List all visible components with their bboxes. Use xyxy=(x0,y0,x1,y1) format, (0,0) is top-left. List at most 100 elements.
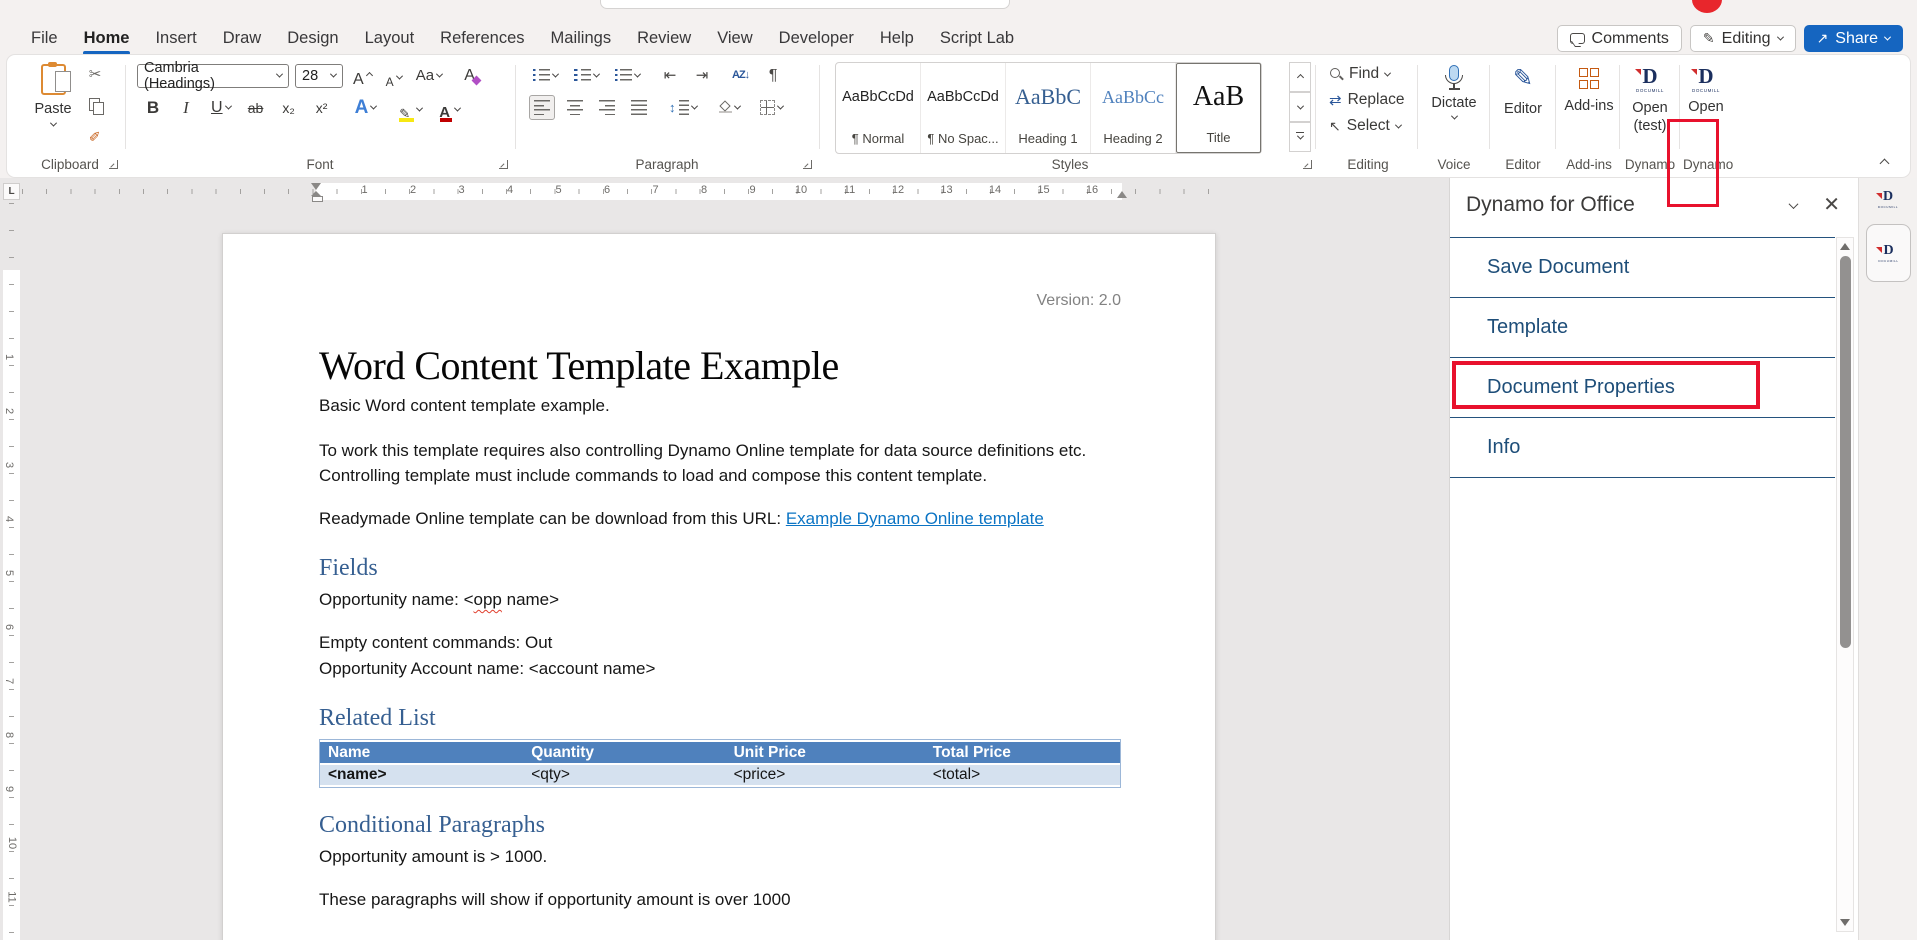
show-paragraph-marks-button[interactable] xyxy=(761,63,785,88)
multilevel-list-button[interactable] xyxy=(611,63,644,88)
tab-design[interactable]: Design xyxy=(274,24,351,53)
tab-script-lab[interactable]: Script Lab xyxy=(927,24,1027,53)
shrink-font-button[interactable] xyxy=(382,63,406,88)
tab-file[interactable]: File xyxy=(18,24,71,53)
panel-item-document-properties[interactable]: Document Properties xyxy=(1450,358,1835,418)
justify-button[interactable] xyxy=(627,95,651,120)
tab-references[interactable]: References xyxy=(427,24,537,53)
panel-item-save-document[interactable]: Save Document xyxy=(1450,238,1835,298)
panel-item-info[interactable]: Info xyxy=(1450,418,1835,478)
editor-button[interactable]: Editor xyxy=(1493,67,1553,117)
select-button[interactable]: Select xyxy=(1319,113,1404,139)
style-card--normal[interactable]: AaBbCcDd¶ Normal xyxy=(836,63,921,153)
style-card-title[interactable]: AaBTitle xyxy=(1176,63,1261,153)
sort-button[interactable] xyxy=(728,63,753,88)
editing-group-label: Editing xyxy=(1319,157,1417,172)
tab-help[interactable]: Help xyxy=(867,24,927,53)
styles-more-button[interactable] xyxy=(1289,122,1311,152)
tab-selector[interactable]: L xyxy=(3,183,20,200)
styles-scroll-up-button[interactable] xyxy=(1289,62,1311,92)
font-dialog-launcher[interactable] xyxy=(499,160,508,169)
paste-clipboard-icon xyxy=(41,64,66,95)
align-left-button[interactable] xyxy=(529,95,555,120)
styles-gallery-scroll xyxy=(1289,62,1311,152)
cut-button[interactable] xyxy=(83,63,107,85)
scroll-down-arrow-icon[interactable] xyxy=(1840,919,1850,926)
styles-dialog-launcher[interactable] xyxy=(1303,160,1312,169)
dictate-button[interactable]: Dictate xyxy=(1421,65,1487,120)
addin-icon-strip: DDOCUMILL DDOCUMILL xyxy=(1858,178,1917,940)
tab-mailings[interactable]: Mailings xyxy=(538,24,625,53)
style-card-heading-1[interactable]: AaBbCHeading 1 xyxy=(1006,63,1091,153)
comments-button[interactable]: Comments xyxy=(1557,25,1682,52)
chevron-down-icon xyxy=(634,71,641,78)
font-name-combobox[interactable]: Cambria (Headings) xyxy=(137,64,289,88)
tab-view[interactable]: View xyxy=(704,24,765,53)
align-right-button[interactable] xyxy=(595,95,619,120)
change-case-button[interactable] xyxy=(412,63,446,88)
panel-item-template[interactable]: Template xyxy=(1450,298,1835,358)
tab-layout[interactable]: Layout xyxy=(352,24,428,53)
panel-scrollbar[interactable] xyxy=(1836,237,1854,932)
documill-addin-icon[interactable]: DDOCUMILL xyxy=(1859,190,1917,209)
highlight-color-button[interactable] xyxy=(395,95,426,120)
addins-button[interactable]: Add-ins xyxy=(1559,68,1619,114)
dynamo-open-button[interactable]: DDOCUMILL Open xyxy=(1683,66,1729,115)
borders-button[interactable] xyxy=(756,95,787,120)
numbering-button[interactable] xyxy=(570,63,603,88)
underline-button[interactable] xyxy=(207,95,235,120)
copy-button[interactable] xyxy=(83,94,107,116)
left-indent-marker[interactable] xyxy=(311,191,321,199)
shading-button[interactable] xyxy=(715,95,744,120)
clipboard-dialog-launcher[interactable] xyxy=(109,160,118,169)
document-page[interactable]: Version: 2.0 Word Content Template Examp… xyxy=(222,233,1216,940)
bullet-list-icon xyxy=(533,69,550,82)
tab-insert[interactable]: Insert xyxy=(142,24,209,53)
collapse-ribbon-icon[interactable] xyxy=(1880,159,1890,169)
vertical-ruler[interactable]: 123456789101112 xyxy=(3,203,20,940)
clear-formatting-button[interactable] xyxy=(460,63,484,88)
ruler-number: 9 xyxy=(3,786,15,792)
online-template-link[interactable]: Example Dynamo Online template xyxy=(786,509,1044,528)
grow-font-button[interactable] xyxy=(349,63,376,88)
tab-draw[interactable]: Draw xyxy=(210,24,275,53)
subscript-button[interactable] xyxy=(277,95,301,120)
chevron-down-icon[interactable] xyxy=(1789,199,1799,209)
format-painter-button[interactable] xyxy=(83,125,107,147)
decrease-indent-button[interactable] xyxy=(658,63,682,88)
paragraph-dialog-launcher[interactable] xyxy=(803,160,812,169)
line-spacing-button[interactable] xyxy=(665,95,701,120)
increase-indent-button[interactable] xyxy=(690,63,714,88)
style-card-heading-2[interactable]: AaBbCcHeading 2 xyxy=(1091,63,1176,153)
tab-developer[interactable]: Developer xyxy=(766,24,867,53)
tab-home[interactable]: Home xyxy=(71,24,143,53)
styles-scroll-down-button[interactable] xyxy=(1289,92,1311,122)
align-left-icon xyxy=(534,100,550,115)
align-center-button[interactable] xyxy=(563,95,587,120)
text-effects-button[interactable] xyxy=(351,95,381,120)
right-indent-marker[interactable] xyxy=(1117,191,1127,198)
close-icon[interactable]: ✕ xyxy=(1823,195,1840,215)
paste-button[interactable]: Paste xyxy=(27,61,79,157)
superscript-button[interactable] xyxy=(310,95,334,120)
paragraph-intro: To work this template requires also cont… xyxy=(319,438,1121,488)
scrollbar-thumb[interactable] xyxy=(1840,256,1851,648)
find-button[interactable]: Find xyxy=(1319,61,1404,87)
font-color-button[interactable]: A xyxy=(435,95,464,120)
bullets-button[interactable] xyxy=(529,63,562,88)
bold-button[interactable] xyxy=(141,95,165,120)
first-line-indent-marker[interactable] xyxy=(311,183,321,190)
share-button[interactable]: ↗ Share xyxy=(1804,25,1903,52)
search-box-remnant[interactable] xyxy=(600,0,1010,9)
style-label: Title xyxy=(1206,130,1230,145)
tab-review[interactable]: Review xyxy=(624,24,704,53)
scroll-up-arrow-icon[interactable] xyxy=(1840,243,1850,250)
italic-button[interactable] xyxy=(174,95,198,120)
strikethrough-button[interactable] xyxy=(244,95,268,120)
style-card--no-spac[interactable]: AaBbCcDd¶ No Spac... xyxy=(921,63,1006,153)
font-size-combobox[interactable]: 28 xyxy=(295,64,343,88)
replace-button[interactable]: Replace xyxy=(1319,87,1404,113)
editing-mode-button[interactable]: ✎ Editing xyxy=(1690,25,1796,52)
documill-addin-icon-active[interactable]: DDOCUMILL xyxy=(1866,224,1911,282)
horizontal-ruler[interactable]: 12345678910111213141516 xyxy=(22,183,1442,200)
